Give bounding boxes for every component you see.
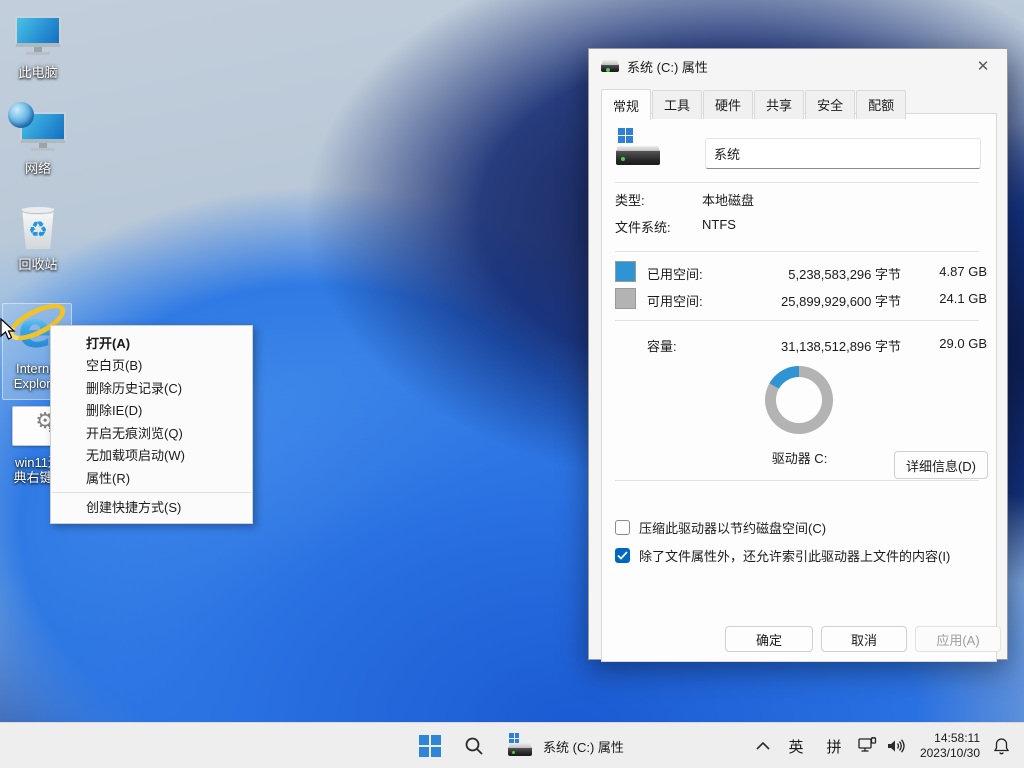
- start-button[interactable]: [410, 723, 450, 768]
- search-button[interactable]: [454, 723, 494, 768]
- tab-sharing[interactable]: 共享: [754, 90, 804, 119]
- tab-tools[interactable]: 工具: [652, 90, 702, 119]
- recycle-glyph: ♻: [20, 211, 56, 249]
- ie-context-menu: 打开(A) 空白页(B) 删除历史记录(C) 删除IE(D) 开启无痕浏览(Q)…: [50, 325, 253, 524]
- tab-hardware[interactable]: 硬件: [703, 90, 753, 119]
- cancel-button[interactable]: 取消: [821, 626, 907, 652]
- index-checkbox-label: 除了文件属性外，还允许索引此驱动器上文件的内容(I): [639, 546, 950, 565]
- menu-item-open[interactable]: 打开(A): [51, 331, 252, 354]
- drive-icon: [508, 733, 534, 759]
- close-icon[interactable]: ✕: [971, 55, 995, 77]
- search-icon: [464, 736, 484, 756]
- network-icon: [2, 106, 74, 158]
- used-space-size: 4.87 GB: [939, 264, 987, 279]
- check-icon: [617, 551, 628, 560]
- menu-item-delete-ie[interactable]: 删除IE(D): [51, 399, 252, 422]
- volume-tray-button[interactable]: [882, 723, 910, 768]
- tab-general[interactable]: 常规: [601, 89, 651, 120]
- used-space-label: 已用空间:: [647, 264, 703, 283]
- tray-overflow-button[interactable]: [748, 723, 778, 768]
- type-value: 本地磁盘: [702, 190, 754, 209]
- index-checkbox[interactable]: [615, 548, 630, 563]
- menu-separator: [52, 492, 251, 493]
- clock-date: 2023/10/30: [920, 746, 980, 761]
- menu-item-delete-history[interactable]: 删除历史记录(C): [51, 376, 252, 399]
- desktop-icon-this-pc[interactable]: 此电脑: [2, 10, 74, 80]
- capacity-size: 29.0 GB: [939, 336, 987, 351]
- separator: [615, 480, 979, 481]
- drive-letter-label: 驱动器 C:: [722, 448, 877, 467]
- system-drive-icon: [616, 128, 664, 168]
- index-checkbox-row[interactable]: 除了文件属性外，还允许索引此驱动器上文件的内容(I): [615, 546, 950, 565]
- general-tab-page: 类型: 本地磁盘 文件系统: NTFS 已用空间: 5,238,583,296 …: [601, 113, 997, 662]
- menu-item-properties[interactable]: 属性(R): [51, 466, 252, 489]
- tab-strip: 常规 工具 硬件 共享 安全 配额: [601, 89, 907, 119]
- speaker-icon: [886, 738, 906, 754]
- network-tray-button[interactable]: [854, 723, 882, 768]
- free-space-size: 24.1 GB: [939, 291, 987, 306]
- menu-item-create-shortcut[interactable]: 创建快捷方式(S): [51, 496, 252, 519]
- apply-button[interactable]: 应用(A): [915, 626, 1001, 652]
- recycle-bin-icon: ♻: [2, 202, 74, 254]
- desktop-screen: 此电脑 网络 ♻ 回收站 e Internet Explorer ⚙ ⚙: [0, 0, 1024, 768]
- this-pc-icon: [2, 10, 74, 62]
- ime-mode-button[interactable]: 拼: [820, 723, 848, 768]
- windows-logo-icon: [419, 735, 441, 757]
- icon-label: 此电脑: [2, 65, 74, 80]
- icon-label: 网络: [2, 161, 74, 176]
- chevron-up-icon: [756, 742, 770, 750]
- drive-properties-dialog: 系统 (C:) 属性 ✕ 常规 工具 硬件 共享 安全 配额 类型: 本地磁盘 …: [588, 48, 1008, 660]
- compress-checkbox[interactable]: [615, 520, 630, 535]
- menu-item-no-addons[interactable]: 无加载项启动(W): [51, 444, 252, 467]
- separator: [615, 251, 979, 252]
- filesystem-label: 文件系统:: [615, 217, 671, 236]
- desktop-icon-network[interactable]: 网络: [2, 106, 74, 176]
- capacity-label: 容量:: [647, 336, 677, 355]
- taskbar-app-label: 系统 (C:) 属性: [543, 737, 624, 756]
- network-icon: [858, 737, 878, 755]
- taskbar-clock[interactable]: 14:58:11 2023/10/30: [920, 723, 980, 768]
- taskbar-app-properties[interactable]: 系统 (C:) 属性: [498, 727, 634, 765]
- tab-security[interactable]: 安全: [805, 90, 855, 119]
- capacity-bytes: 31,138,512,896 字节: [781, 336, 901, 355]
- compress-checkbox-label: 压缩此驱动器以节约磁盘空间(C): [639, 518, 826, 537]
- menu-item-inprivate[interactable]: 开启无痕浏览(Q): [51, 421, 252, 444]
- volume-name-input[interactable]: [705, 138, 981, 169]
- notification-button[interactable]: [986, 723, 1016, 768]
- separator: [615, 182, 979, 183]
- filesystem-value: NTFS: [702, 217, 736, 232]
- type-label: 类型:: [615, 190, 645, 209]
- compress-checkbox-row[interactable]: 压缩此驱动器以节约磁盘空间(C): [615, 518, 826, 537]
- dialog-title: 系统 (C:) 属性: [627, 57, 708, 76]
- icon-label: 回收站: [2, 257, 74, 272]
- tab-quota[interactable]: 配额: [856, 90, 906, 119]
- free-space-label: 可用空间:: [647, 291, 703, 310]
- drive-icon: [601, 64, 619, 72]
- dialog-titlebar[interactable]: 系统 (C:) 属性: [589, 49, 1007, 83]
- details-button[interactable]: 详细信息(D): [894, 451, 988, 479]
- clock-time: 14:58:11: [920, 731, 980, 746]
- ime-language-button[interactable]: 英: [782, 723, 810, 768]
- menu-item-blank-page[interactable]: 空白页(B): [51, 354, 252, 377]
- separator: [615, 320, 979, 321]
- disk-usage-donut: [765, 366, 833, 434]
- mouse-cursor: [0, 318, 18, 342]
- bell-icon: [993, 737, 1010, 755]
- free-space-bytes: 25,899,929,600 字节: [781, 291, 901, 310]
- ok-button[interactable]: 确定: [725, 626, 813, 652]
- used-space-bytes: 5,238,583,296 字节: [788, 264, 901, 283]
- taskbar: 系统 (C:) 属性 英 拼 14:58:11 2023/10/30: [0, 722, 1024, 768]
- desktop-icon-recycle-bin[interactable]: ♻ 回收站: [2, 202, 74, 272]
